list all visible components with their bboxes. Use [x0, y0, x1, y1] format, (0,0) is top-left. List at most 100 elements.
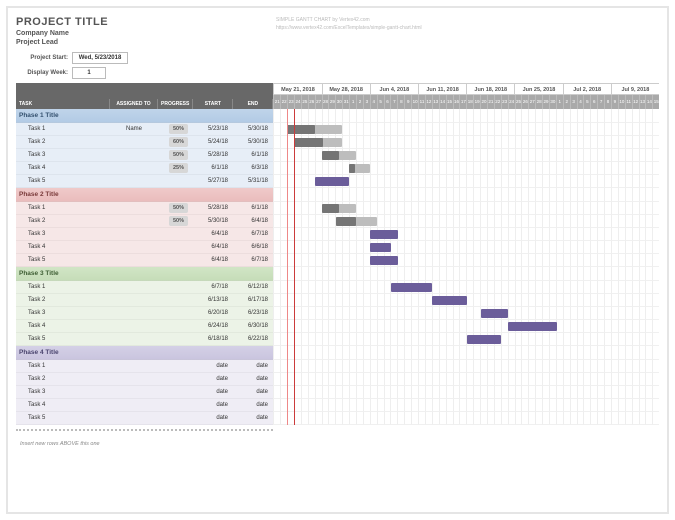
task-progress: 50%	[158, 124, 192, 134]
day-header: 6	[590, 95, 597, 109]
credit-line-2: https://www.vertex42.com/ExcelTemplates/…	[276, 24, 659, 32]
task-name: Task 4	[16, 244, 110, 250]
company-name[interactable]: Company Name	[16, 30, 276, 37]
insert-row-note: Insert new rows ABOVE this one	[16, 439, 273, 449]
task-end: 6/30/18	[232, 323, 272, 329]
gantt-bar[interactable]	[481, 309, 509, 318]
timeline-days: 2122232425262728293031123456789101112131…	[273, 95, 659, 109]
task-row[interactable]: Task 3datedate	[16, 386, 273, 399]
day-header: 2	[356, 95, 363, 109]
task-name: Task 5	[16, 336, 110, 342]
task-row[interactable]: Task 4datedate	[16, 399, 273, 412]
task-row[interactable]: Task 36/4/186/7/18	[16, 228, 273, 241]
task-table: TASK ASSIGNED TO PROGRESS START END Phas…	[16, 83, 273, 449]
day-header: 7	[390, 95, 397, 109]
task-row[interactable]: Task 250%5/30/186/4/18	[16, 215, 273, 228]
header: PROJECT TITLE Company Name Project Lead …	[16, 16, 659, 79]
task-row[interactable]: Task 2datedate	[16, 373, 273, 386]
table-divider	[16, 429, 273, 439]
day-header: 24	[508, 95, 515, 109]
phase-title: Phase 3 Title	[16, 270, 116, 277]
day-header: 11	[418, 95, 425, 109]
day-header: 29	[542, 95, 549, 109]
today-marker	[287, 109, 288, 425]
gantt-bar-progress[interactable]	[287, 125, 315, 134]
task-row[interactable]: Task 1Name50%5/23/185/30/18	[16, 123, 273, 136]
phase-title: Phase 2 Title	[16, 191, 116, 198]
gantt-bar-progress[interactable]	[294, 138, 323, 147]
task-row[interactable]: Task 150%5/28/186/1/18	[16, 202, 273, 215]
task-row[interactable]: Task 260%5/24/185/30/18	[16, 136, 273, 149]
task-row[interactable]: Task 36/20/186/23/18	[16, 307, 273, 320]
task-row[interactable]: Task 5datedate	[16, 412, 273, 425]
task-name: Task 5	[16, 178, 110, 184]
task-start: date	[192, 402, 232, 408]
task-row[interactable]: Task 26/13/186/17/18	[16, 294, 273, 307]
day-header: 5	[377, 95, 384, 109]
task-row[interactable]: Task 1datedate	[16, 360, 273, 373]
phase-title: Phase 1 Title	[16, 112, 116, 119]
phase-header[interactable]: Phase 3 Title	[16, 267, 273, 281]
task-start: 5/28/18	[192, 205, 232, 211]
week-header: Jun 11, 2018	[418, 83, 466, 95]
timeline-weeks: May 21, 2018May 28, 2018Jun 4, 2018Jun 1…	[273, 83, 659, 95]
task-progress: 50%	[158, 203, 192, 213]
gantt-bar[interactable]	[315, 177, 350, 186]
day-header: 12	[425, 95, 432, 109]
phase-header[interactable]: Phase 4 Title	[16, 346, 273, 360]
task-end: 5/31/18	[232, 178, 272, 184]
phase-header[interactable]: Phase 2 Title	[16, 188, 273, 202]
day-header: 1	[556, 95, 563, 109]
project-title[interactable]: PROJECT TITLE	[16, 16, 276, 28]
task-end: date	[232, 376, 272, 382]
phase-header[interactable]: Phase 1 Title	[16, 109, 273, 123]
day-header: 11	[625, 95, 632, 109]
today-marker	[294, 109, 295, 425]
task-start: 6/4/18	[192, 244, 232, 250]
task-end: date	[232, 363, 272, 369]
gantt-bar-progress[interactable]	[322, 204, 339, 213]
task-row[interactable]: Task 350%5/28/186/1/18	[16, 149, 273, 162]
task-name: Task 1	[16, 205, 110, 211]
task-end: 6/4/18	[232, 218, 272, 224]
day-header: 14	[439, 95, 446, 109]
gantt-bar-progress[interactable]	[349, 164, 354, 173]
task-row[interactable]: Task 56/18/186/22/18	[16, 333, 273, 346]
day-header: 8	[397, 95, 404, 109]
task-end: 6/17/18	[232, 297, 272, 303]
task-row[interactable]: Task 46/4/186/6/18	[16, 241, 273, 254]
day-header: 3	[363, 95, 370, 109]
display-week-value[interactable]: 1	[72, 67, 106, 79]
task-end: 6/7/18	[232, 231, 272, 237]
task-name: Task 3	[16, 231, 110, 237]
task-start: 6/20/18	[192, 310, 232, 316]
task-assigned: Name	[110, 126, 158, 132]
task-progress: 25%	[158, 163, 192, 173]
task-name: Task 2	[16, 297, 110, 303]
week-header: May 28, 2018	[322, 83, 370, 95]
day-header: 15	[652, 95, 659, 109]
day-header: 22	[494, 95, 501, 109]
col-end: END	[233, 99, 273, 109]
task-row[interactable]: Task 46/24/186/30/18	[16, 320, 273, 333]
task-row[interactable]: Task 56/4/186/7/18	[16, 254, 273, 267]
task-start: 6/24/18	[192, 323, 232, 329]
gantt-bar-progress[interactable]	[322, 151, 339, 160]
day-header: 25	[515, 95, 522, 109]
gantt-bar[interactable]	[370, 256, 398, 265]
gantt-bar[interactable]	[391, 283, 432, 292]
gantt-bar[interactable]	[508, 322, 556, 331]
project-lead-label[interactable]: Project Lead	[16, 39, 276, 46]
task-row[interactable]: Task 55/27/185/31/18	[16, 175, 273, 188]
task-progress: 50%	[158, 150, 192, 160]
gantt-chart: May 21, 2018May 28, 2018Jun 4, 2018Jun 1…	[273, 83, 659, 449]
task-row[interactable]: Task 425%6/1/186/3/18	[16, 162, 273, 175]
gantt-bar-progress[interactable]	[336, 217, 357, 226]
gantt-bar[interactable]	[467, 335, 502, 344]
project-start-value[interactable]: Wed, 5/23/2018	[72, 52, 128, 64]
gantt-bar[interactable]	[432, 296, 467, 305]
gantt-bar[interactable]	[370, 243, 391, 252]
gantt-bar[interactable]	[370, 230, 398, 239]
task-row[interactable]: Task 16/7/186/12/18	[16, 281, 273, 294]
task-start: 5/23/18	[192, 126, 232, 132]
